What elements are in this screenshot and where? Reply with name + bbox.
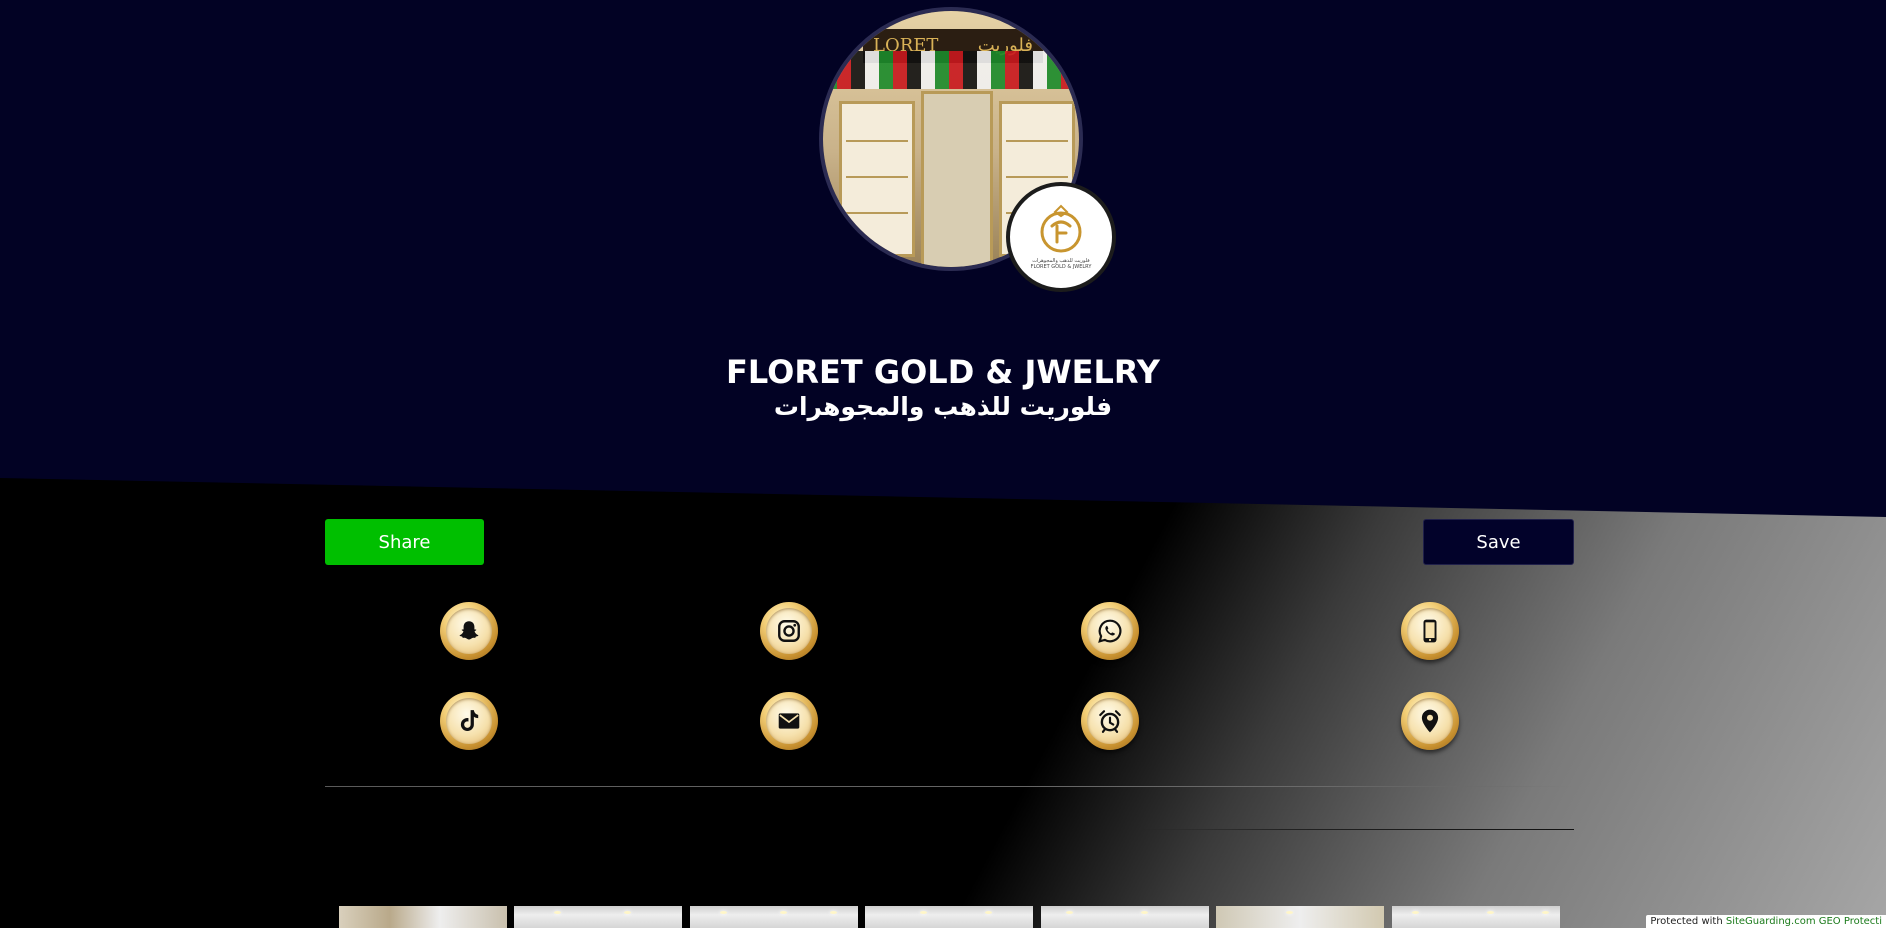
logo-caption: فلوريت للذهب والمجوهرات FLORET GOLD & JW… bbox=[1030, 257, 1092, 271]
whatsapp-icon bbox=[1098, 619, 1122, 643]
gallery-thumbnail[interactable] bbox=[514, 906, 682, 928]
section-divider bbox=[325, 786, 1574, 787]
tiktok-icon bbox=[460, 710, 479, 731]
store-door bbox=[921, 91, 993, 267]
tiktok-button[interactable] bbox=[440, 692, 498, 750]
display-case bbox=[839, 101, 915, 257]
instagram-button[interactable] bbox=[760, 602, 818, 660]
business-name-arabic: فلوريت للذهب والمجوهرات bbox=[773, 392, 1113, 421]
working-hours-button[interactable] bbox=[1081, 692, 1139, 750]
mobile-phone-button[interactable] bbox=[1401, 602, 1459, 660]
alarm-clock-icon bbox=[1099, 710, 1121, 733]
email-button[interactable] bbox=[760, 692, 818, 750]
page-background bbox=[0, 470, 1886, 928]
brand-logo: فلوريت للذهب والمجوهرات FLORET GOLD & JW… bbox=[1006, 182, 1116, 292]
siteguarding-badge[interactable]: Protected with SiteGuarding.com GEO Prot… bbox=[1646, 915, 1886, 928]
location-pin-icon bbox=[1421, 709, 1439, 733]
gallery-thumbnail[interactable] bbox=[339, 906, 507, 928]
gallery-thumbnail[interactable] bbox=[865, 906, 1033, 928]
section-divider bbox=[1128, 829, 1574, 830]
instagram-icon bbox=[778, 620, 800, 642]
snapchat-icon bbox=[459, 621, 479, 640]
gallery-thumbnail[interactable] bbox=[1392, 906, 1560, 928]
share-button[interactable]: Share bbox=[325, 519, 484, 565]
gallery-thumbnail[interactable] bbox=[690, 906, 858, 928]
location-button[interactable] bbox=[1401, 692, 1459, 750]
save-button[interactable]: Save bbox=[1423, 519, 1574, 565]
siteguarding-link[interactable]: SiteGuarding.com GEO Protecti bbox=[1726, 916, 1882, 927]
business-name-english: FLORET GOLD & JWELRY bbox=[726, 353, 1160, 391]
mobile-phone-icon bbox=[1423, 619, 1437, 643]
snapchat-button[interactable] bbox=[440, 602, 498, 660]
whatsapp-button[interactable] bbox=[1081, 602, 1139, 660]
gallery-thumbnail[interactable] bbox=[1041, 906, 1209, 928]
email-icon bbox=[778, 713, 800, 729]
balloon-garland bbox=[823, 51, 1079, 89]
gallery-thumbnail[interactable] bbox=[1216, 906, 1384, 928]
floret-ring-logo-icon bbox=[1040, 204, 1082, 252]
